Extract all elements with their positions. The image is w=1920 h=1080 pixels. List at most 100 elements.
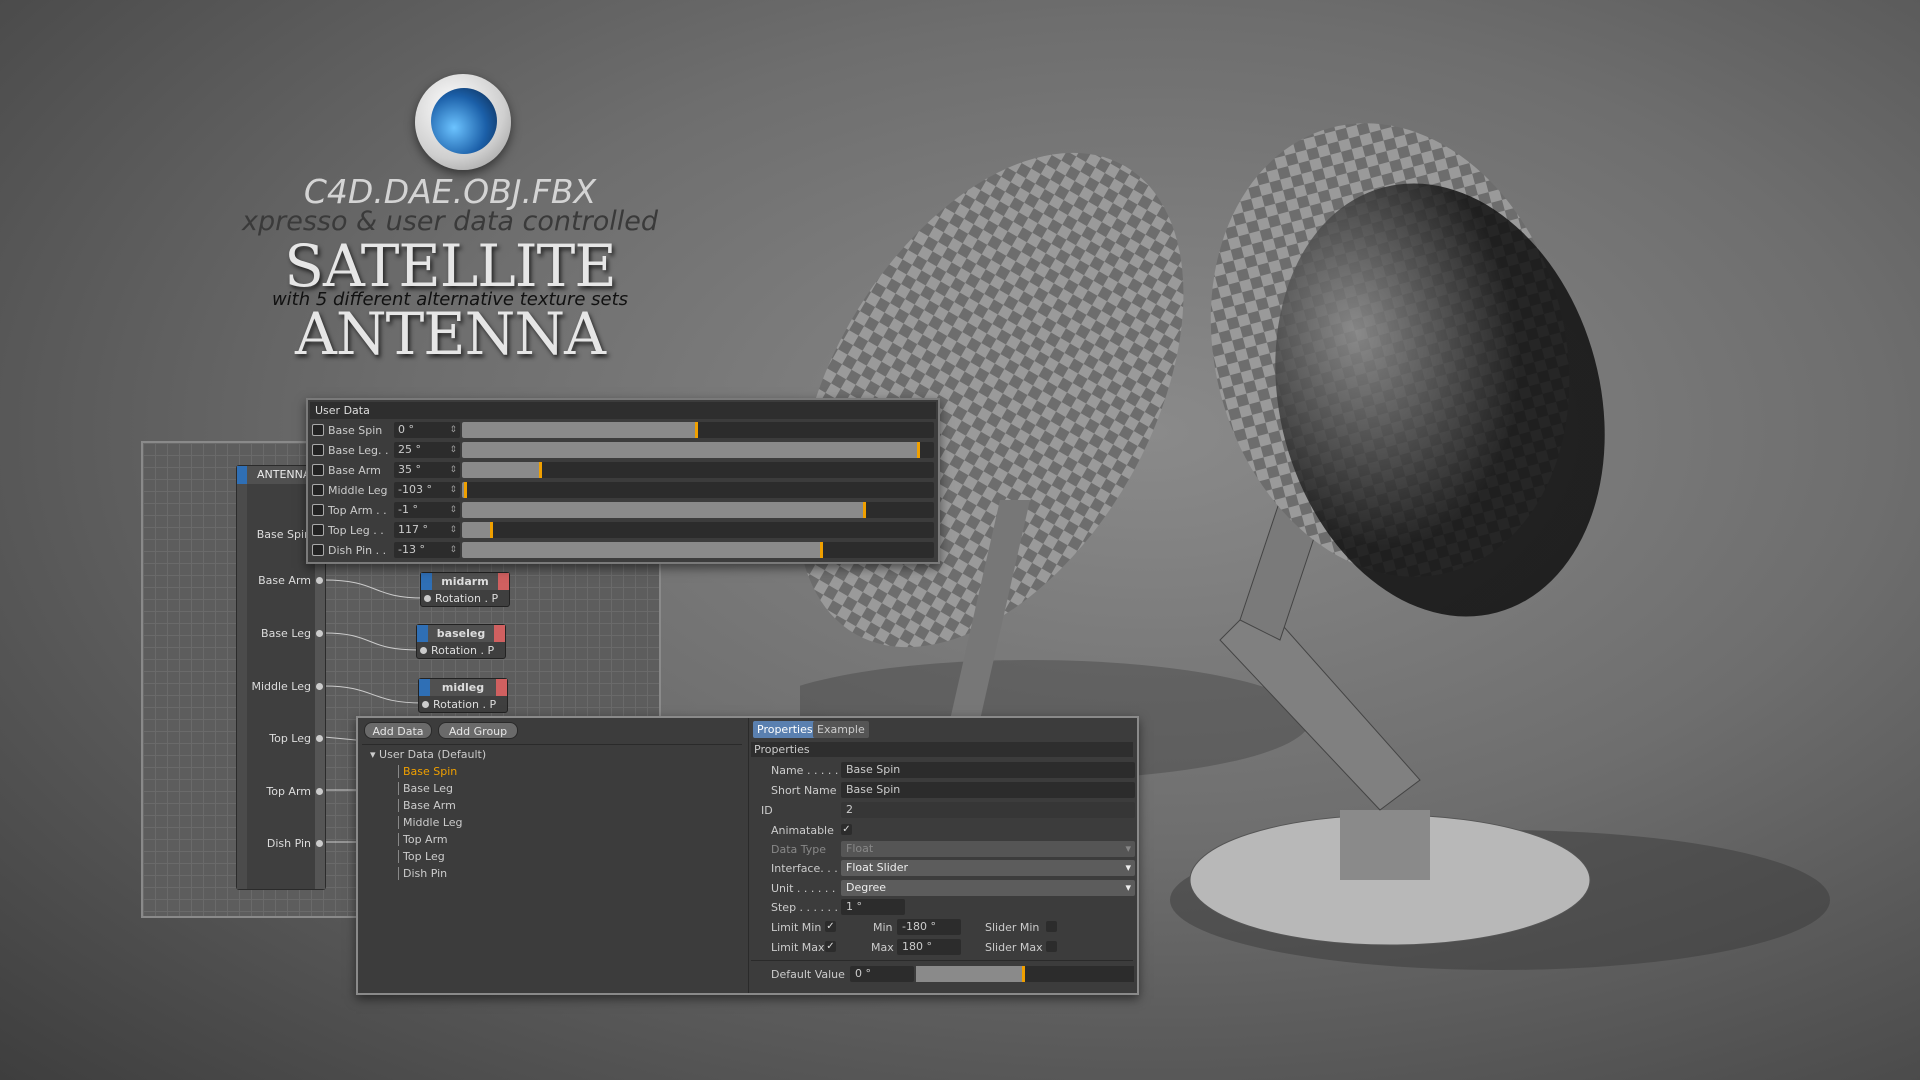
port-top-arm[interactable]: Top Arm	[266, 785, 323, 798]
id-field: 2	[841, 802, 1135, 818]
value-slider[interactable]	[462, 502, 934, 518]
value-slider[interactable]	[462, 482, 934, 498]
limit-min-label: Limit Min	[771, 921, 822, 934]
slider-fill	[462, 522, 493, 538]
node-title: midarm	[421, 573, 509, 590]
node-port[interactable]: Rotation . P	[419, 696, 507, 713]
name-field[interactable]: Base Spin	[841, 762, 1135, 778]
user-data-row: Base Spin 0 °	[312, 422, 934, 439]
interface-label: Interface. . .	[771, 862, 838, 875]
row-label: Top Leg . .	[328, 524, 384, 537]
user-data-row: Top Arm . . -1 °	[312, 502, 934, 519]
animatable-checkbox[interactable]: ✓	[841, 824, 852, 835]
tree-item[interactable]: Dish Pin	[398, 867, 447, 880]
node-port[interactable]: Rotation . P	[421, 590, 509, 607]
data-type-label: Data Type	[771, 843, 827, 856]
user-data-manager: Add Data Add Group ▾ User Data (Default)…	[356, 716, 1139, 995]
product-subtitle: with 5 different alternative texture set…	[271, 289, 629, 310]
value-field[interactable]: 0 °	[394, 422, 460, 438]
tab-example[interactable]: Example	[813, 721, 869, 738]
user-data-panel: User Data Base Spin 0 ° Base Leg. .25 ° Bas…	[306, 398, 940, 564]
user-data-row: Dish Pin . . -13 °	[312, 542, 934, 559]
step-label: Step . . . . . .	[771, 901, 839, 914]
default-value-label: Default Value	[771, 968, 845, 981]
data-type-dropdown: Float	[841, 841, 1135, 857]
limit-max-label: Limit Max	[771, 941, 825, 954]
min-field[interactable]: -180 °	[897, 919, 961, 935]
unit-dropdown[interactable]: Degree	[841, 880, 1135, 896]
cinema-4d-logo-icon	[415, 74, 511, 170]
port-base-leg[interactable]: Base Leg	[261, 627, 323, 640]
value-slider[interactable]	[462, 442, 934, 458]
value-field[interactable]: -13 °	[394, 542, 460, 558]
step-field[interactable]: 1 °	[841, 899, 905, 915]
expand-triangle-icon[interactable]: ▾	[370, 748, 376, 761]
port-dish-pin[interactable]: Dish Pin	[267, 837, 324, 850]
limit-max-checkbox[interactable]: ✓	[825, 941, 836, 952]
slider-min-label: Slider Min	[985, 921, 1040, 934]
limit-min-checkbox[interactable]: ✓	[825, 921, 836, 932]
slider-fill	[462, 442, 920, 458]
slider-max-label: Slider Max	[985, 941, 1043, 954]
animation-key-icon[interactable]	[312, 524, 324, 536]
max-label: Max	[871, 941, 894, 954]
animation-key-icon[interactable]	[312, 424, 324, 436]
node-midarm[interactable]: midarm Rotation . P	[420, 572, 510, 607]
tree-item[interactable]: Base Spin	[398, 765, 457, 778]
animatable-label: Animatable	[771, 824, 834, 837]
port-middle-leg[interactable]: Middle Leg	[251, 680, 323, 693]
row-label: Base Spin	[328, 424, 383, 437]
node-baseleg[interactable]: baseleg Rotation . P	[416, 624, 506, 659]
animation-key-icon[interactable]	[312, 464, 324, 476]
tree-item[interactable]: Base Arm	[398, 799, 456, 812]
default-value-field[interactable]: 0 °	[850, 966, 914, 982]
max-field[interactable]: 180 °	[897, 939, 961, 955]
tree-item[interactable]: Middle Leg	[398, 816, 463, 829]
slider-min-checkbox[interactable]	[1046, 921, 1057, 932]
panel-title: User Data	[310, 402, 936, 419]
animation-key-icon[interactable]	[312, 544, 324, 556]
slider-fill	[462, 542, 824, 558]
id-label: ID	[761, 804, 773, 817]
user-data-row: Base Leg. . 25 °	[312, 442, 934, 459]
value-slider[interactable]	[462, 462, 934, 478]
tab-properties[interactable]: Properties	[753, 721, 817, 738]
short-name-field[interactable]: Base Spin	[841, 782, 1135, 798]
row-label: Middle Leg	[328, 484, 388, 497]
slider-fill	[462, 502, 866, 518]
row-label: Base Arm	[328, 464, 381, 477]
row-label: Dish Pin . .	[328, 544, 387, 557]
animation-key-icon[interactable]	[312, 484, 324, 496]
node-title: midleg	[419, 679, 507, 696]
node-midleg[interactable]: midleg Rotation . P	[418, 678, 508, 713]
add-group-button[interactable]: Add Group	[438, 722, 518, 739]
port-base-spin[interactable]: Base Spin	[257, 528, 324, 541]
animation-key-icon[interactable]	[312, 504, 324, 516]
slider-max-checkbox[interactable]	[1046, 941, 1057, 952]
port-base-arm[interactable]: Base Arm	[258, 574, 323, 587]
default-value-slider[interactable]	[916, 966, 1134, 982]
row-label: Top Arm . .	[328, 504, 387, 517]
add-data-button[interactable]: Add Data	[364, 722, 432, 739]
tree-root-label: User Data (Default)	[379, 748, 487, 761]
tree-root[interactable]: ▾ User Data (Default)	[370, 748, 486, 761]
port-top-leg[interactable]: Top Leg	[269, 732, 323, 745]
value-field[interactable]: 25 °	[394, 442, 460, 458]
value-field[interactable]: -1 °	[394, 502, 460, 518]
value-slider[interactable]	[462, 542, 934, 558]
user-data-tree: ▾ User Data (Default) Base Spin Base Leg B…	[362, 744, 742, 989]
animation-key-icon[interactable]	[312, 444, 324, 456]
value-slider[interactable]	[462, 522, 934, 538]
slider-fill	[462, 422, 698, 438]
tree-item[interactable]: Top Leg	[398, 850, 445, 863]
user-data-row: Middle Leg -103 °	[312, 482, 934, 499]
value-field[interactable]: -103 °	[394, 482, 460, 498]
name-label: Name . . . . .	[771, 764, 839, 777]
tree-item[interactable]: Base Leg	[398, 782, 453, 795]
tree-item[interactable]: Top Arm	[398, 833, 448, 846]
interface-dropdown[interactable]: Float Slider	[841, 860, 1135, 876]
value-slider[interactable]	[462, 422, 934, 438]
value-field[interactable]: 117 °	[394, 522, 460, 538]
value-field[interactable]: 35 °	[394, 462, 460, 478]
node-port[interactable]: Rotation . P	[417, 642, 505, 659]
